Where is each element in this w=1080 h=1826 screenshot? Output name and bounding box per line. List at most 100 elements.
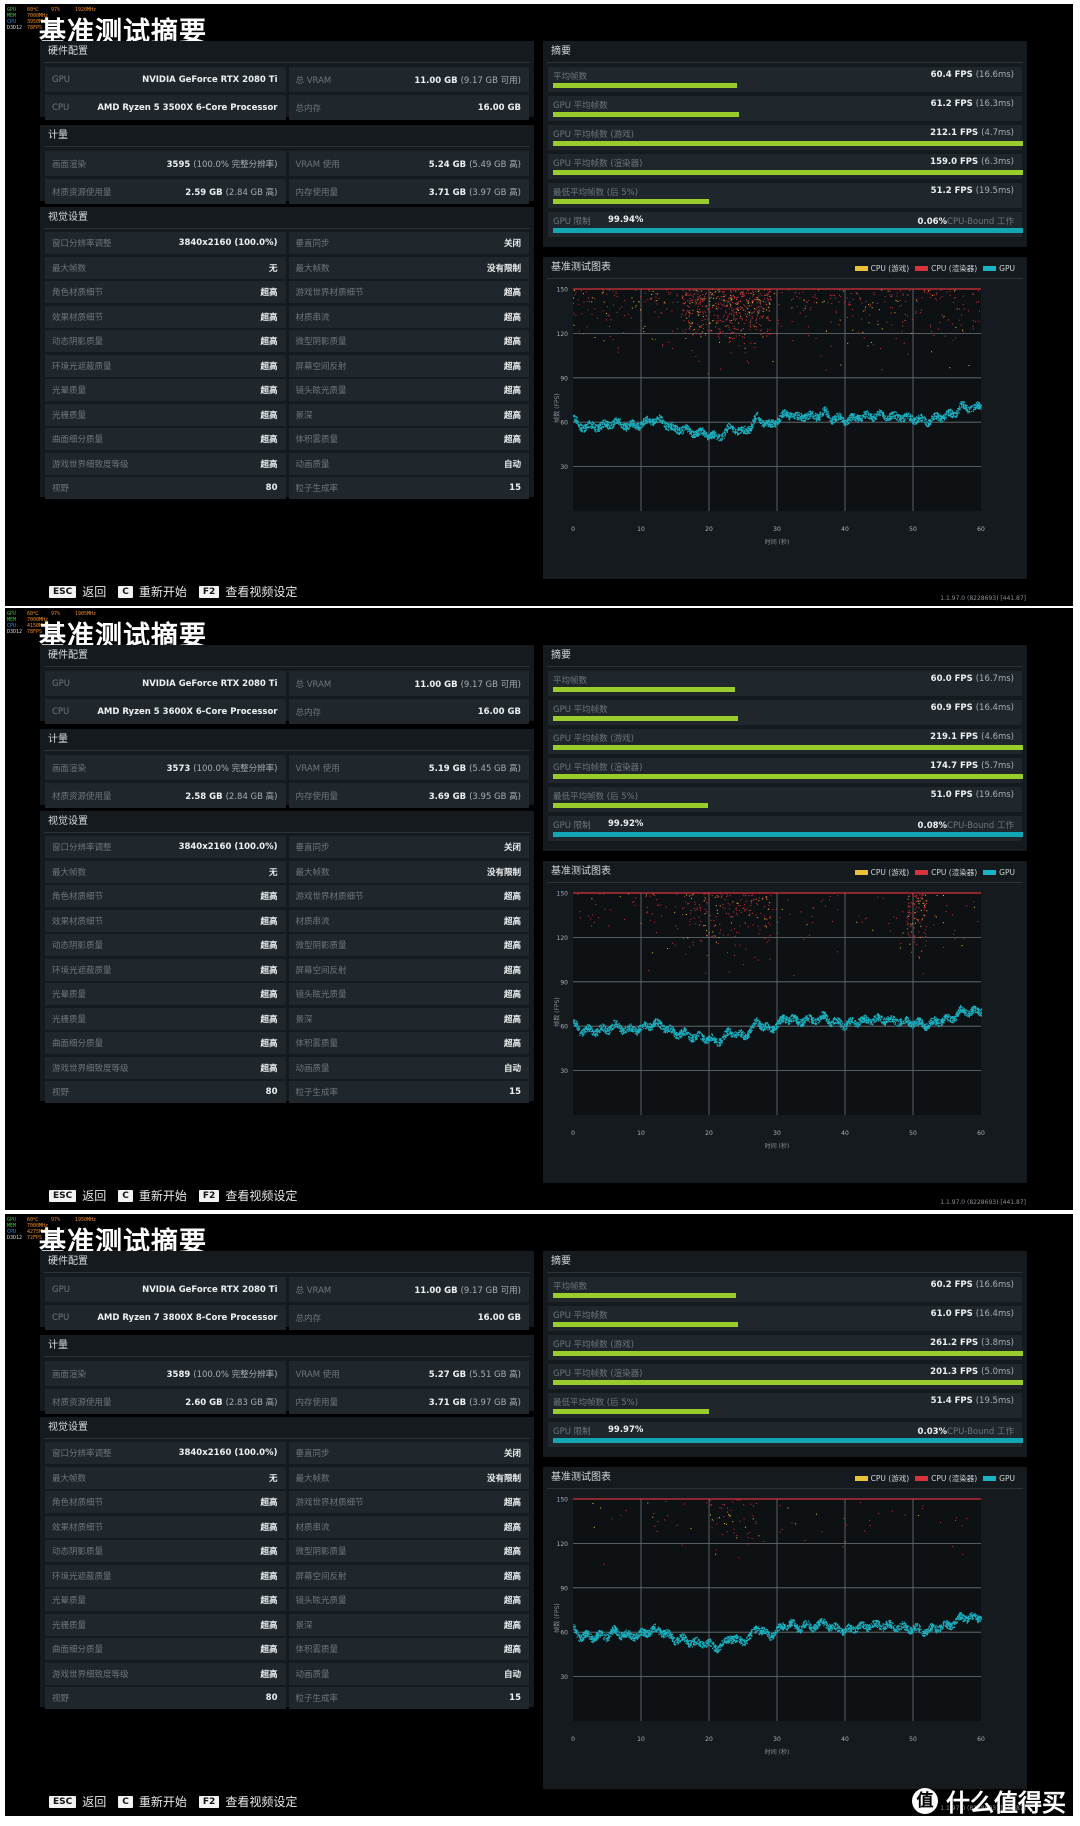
cpu-point [799,297,801,299]
cpu-point [961,945,963,947]
gpu-point [720,440,723,442]
gpu-point [867,411,869,414]
cpu-point [736,902,738,904]
gpu-point [950,415,952,418]
setting-value: 超高 [503,916,521,927]
shortcut-c-button[interactable]: C 重新开始 [118,1187,187,1204]
gpu-point [699,427,701,429]
cpu-point [768,320,770,322]
gpu-point [951,412,953,414]
cpu-point [583,333,585,335]
shortcut-label: 返回 [82,585,107,599]
cpu-point [696,290,698,292]
cpu-point [767,292,769,294]
cpu-point [953,297,955,299]
legend-cpu-game: CPU (游戏) [870,264,910,273]
gpu-point [745,428,747,430]
shortcut-f2-button[interactable]: F2 查看视频设定 [198,1187,297,1204]
gpu-point [674,426,676,428]
gpu-point [633,425,635,427]
setting-value: 超高 [503,312,521,323]
shortcut-f2-button[interactable]: F2 查看视频设定 [198,583,297,600]
cpu-point [643,331,645,333]
cpu-value: AMD Ryzen 5 3600X 6-Core Processor [97,707,277,717]
cpu-point [725,913,727,915]
cpu-point [849,304,851,306]
cpu-point [644,301,646,303]
cpu-point [711,935,713,937]
gpu-point [753,421,755,424]
shortcut-esc-button[interactable]: ESC 返回 [49,1187,106,1204]
cpu-point [734,954,736,956]
gpu-point [577,422,579,424]
cpu-point [908,905,910,907]
cpu-point [704,897,706,899]
gpu-point [823,409,825,412]
shortcut-c-button[interactable]: C 重新开始 [118,583,187,600]
cpu-point [744,909,746,911]
cpu-point [709,311,711,313]
gpu-point [799,419,801,421]
cpu-point [729,333,731,335]
cpu-point [722,316,724,318]
gpu-point [734,430,736,432]
gpu-point [701,429,703,432]
y-tick-label: 60 [560,1024,568,1031]
cpu-point [914,912,916,914]
cpu-point [760,912,762,914]
shortcut-esc-button[interactable]: ESC 返回 [49,583,106,600]
gpu-point [785,410,788,412]
gpu-point [857,416,859,418]
cpu-point [934,915,936,917]
gpu-point [771,423,773,426]
cpu-point [855,292,857,294]
gpu-point [770,426,772,428]
summary-row: GPU 平均帧数 61.2 FPS (16.3ms) [548,96,1022,121]
cpu-point [768,302,770,304]
cpu-point [745,310,747,312]
gpu-point [897,420,899,422]
cpu-point [599,893,601,895]
cpu-point [900,290,902,292]
gpu-point [835,415,837,417]
x-tick-label: 40 [841,1130,849,1137]
cpu-point [766,331,768,333]
setting-label: 镜头眩光质量 [295,386,347,396]
gpu-point [763,423,765,426]
gpu-point [948,409,950,411]
gpu-point [908,415,910,418]
cpu-point [713,320,715,322]
cpu-point [926,902,928,904]
setting-value: 无 [268,263,278,274]
summary-value: 51.0 FPS (19.6ms) [931,790,1014,800]
cpu-point [729,341,731,343]
fps-bar [553,745,1023,750]
gpu-point [964,1014,966,1016]
gpu-point [621,426,623,428]
gpu-point [706,434,708,437]
cpu-point [574,293,576,295]
gpu-point [664,421,666,423]
gpu-point [743,428,745,430]
x-tick-label: 60 [977,1130,985,1137]
cpu-point [895,299,897,301]
cpu-point [731,916,733,918]
gpu-point [968,408,971,410]
cpu-point [934,298,936,300]
cpu-point [722,903,724,905]
cpu-point [593,921,595,923]
gpu-point [632,424,634,427]
cpu-point [759,897,761,899]
gpu-point [746,429,748,431]
cpu-point [761,317,763,319]
total-vram-value: 11.00 GB (9.17 GB 可用) [414,678,521,690]
cpu-point [741,328,743,330]
gpu-point [614,423,616,425]
cpu-point [911,923,913,925]
cpu-point [724,899,726,901]
gpu-point [670,426,672,428]
cpu-point [690,897,692,899]
gpu-point [581,429,583,431]
cpu-point [645,292,647,294]
cpu-point [742,294,744,296]
